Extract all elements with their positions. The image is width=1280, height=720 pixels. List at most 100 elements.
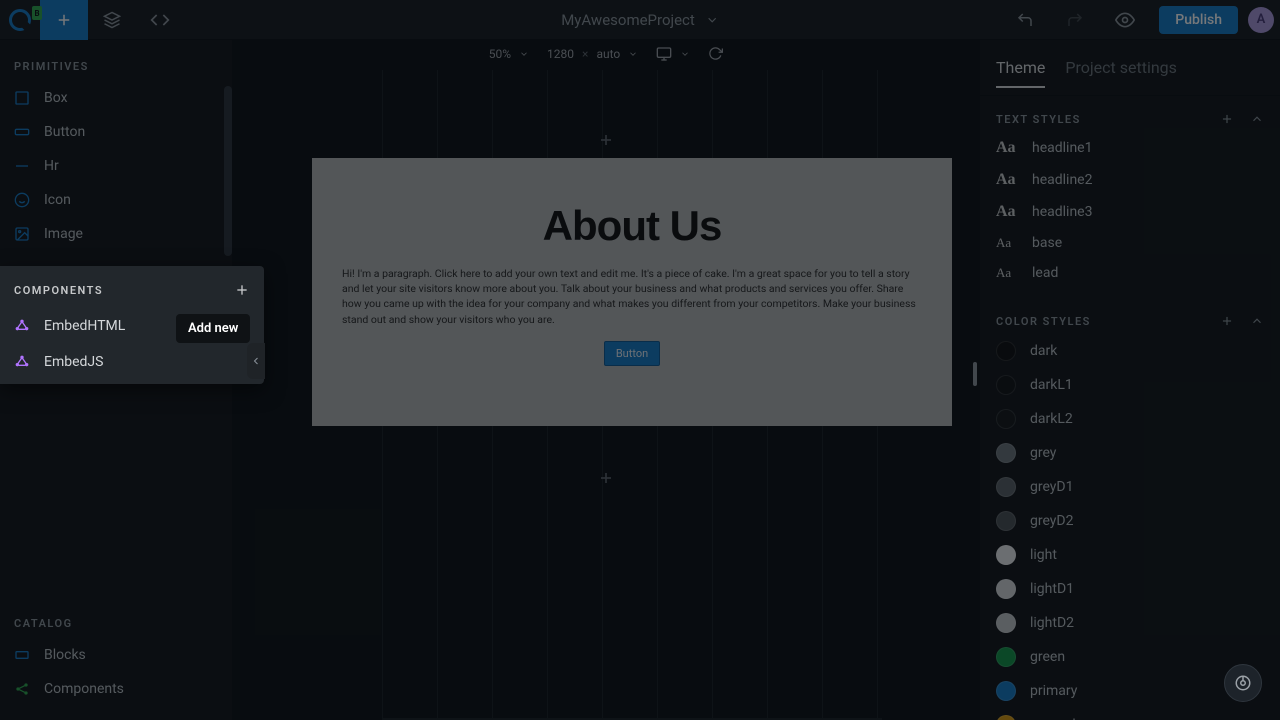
selection-handle[interactable]	[973, 362, 977, 386]
color-style-darkL1[interactable]: darkL1	[980, 368, 1280, 402]
color-label: darkL2	[1030, 411, 1073, 427]
catalog-label: Blocks	[44, 647, 86, 663]
publish-button[interactable]: Publish	[1159, 6, 1238, 34]
text-style-lead[interactable]: Aalead	[980, 258, 1280, 288]
color-style-greyD2[interactable]: greyD2	[980, 504, 1280, 538]
undo-button[interactable]	[1001, 0, 1049, 40]
color-style-lightD2[interactable]: lightD2	[980, 606, 1280, 640]
add-element-button[interactable]	[40, 0, 88, 40]
chevron-down-icon	[705, 13, 719, 27]
canvas-inner[interactable]: About Us Hi! I'm a paragraph. Click here…	[232, 70, 980, 720]
aa-icon: Aa	[996, 139, 1018, 157]
primitive-label: Image	[44, 226, 83, 242]
color-style-dark[interactable]: dark	[980, 334, 1280, 368]
help-button[interactable]	[1224, 664, 1262, 702]
style-label: headline1	[1032, 140, 1092, 156]
components-title: COMPONENTS	[14, 284, 103, 297]
redo-button[interactable]	[1051, 0, 1099, 40]
text-style-base[interactable]: Aabase	[980, 228, 1280, 258]
catalog-components[interactable]: Components	[0, 672, 232, 706]
primitive-button[interactable]: Button	[0, 115, 232, 149]
dimensions-control[interactable]: 1280 × auto	[547, 47, 638, 61]
color-swatch	[996, 511, 1016, 531]
primitive-label: Button	[44, 124, 85, 140]
collapse-popover-button[interactable]	[247, 343, 265, 379]
color-swatch	[996, 409, 1016, 429]
color-swatch	[996, 375, 1016, 395]
color-style-darkL2[interactable]: darkL2	[980, 402, 1280, 436]
color-style-lightD1[interactable]: lightD1	[980, 572, 1280, 606]
zoom-control[interactable]: 50%	[489, 47, 529, 61]
refresh-button[interactable]	[708, 46, 723, 61]
collapse-text-styles[interactable]	[1250, 112, 1264, 126]
color-swatch	[996, 715, 1016, 720]
code-button[interactable]	[136, 0, 184, 40]
primitive-icon[interactable]: Icon	[0, 183, 232, 217]
add-section-bottom[interactable]	[596, 468, 616, 488]
user-avatar[interactable]: A	[1248, 7, 1274, 33]
primitive-hr[interactable]: Hr	[0, 149, 232, 183]
aa-icon: Aa	[996, 265, 1018, 281]
page-heading[interactable]: About Us	[342, 202, 922, 250]
component-embedjs[interactable]: EmbedJS	[0, 344, 264, 380]
right-panel: Theme Project settings TEXT STYLES Aahea…	[980, 40, 1280, 720]
aa-icon: Aa	[996, 171, 1018, 189]
catalog-blocks[interactable]: Blocks	[0, 638, 232, 672]
color-style-greyD1[interactable]: greyD1	[980, 470, 1280, 504]
add-section-top[interactable]	[596, 130, 616, 150]
color-swatch	[996, 681, 1016, 701]
color-label: grey	[1030, 445, 1056, 461]
layers-button[interactable]	[88, 0, 136, 40]
height-value: auto	[596, 47, 620, 61]
add-text-style[interactable]	[1220, 112, 1234, 126]
tab-project-settings[interactable]: Project settings	[1065, 58, 1177, 87]
add-component-button[interactable]	[234, 282, 250, 298]
color-swatch	[996, 647, 1016, 667]
preview-button[interactable]	[1101, 0, 1149, 40]
primitives-title: PRIMITIVES	[0, 40, 232, 81]
left-scrollbar[interactable]	[224, 86, 232, 276]
collapse-color-styles[interactable]	[1250, 314, 1264, 328]
primitive-label: Box	[44, 90, 68, 106]
color-label: green	[1030, 649, 1065, 665]
app-logo[interactable]: B	[0, 0, 40, 40]
add-color-style[interactable]	[1220, 314, 1234, 328]
smile-icon	[14, 192, 30, 208]
components-icon	[14, 681, 30, 697]
image-icon	[14, 226, 30, 242]
primitives-list: Box Button Hr Icon Image	[0, 81, 232, 251]
color-style-secondary[interactable]: secondary	[980, 708, 1280, 720]
component-label: EmbedHTML	[44, 318, 125, 334]
text-style-headline2[interactable]: Aa headline2	[980, 164, 1280, 196]
catalog-label: Components	[44, 681, 124, 697]
color-swatch	[996, 477, 1016, 497]
primitive-image[interactable]: Image	[0, 217, 232, 251]
color-label: greyD2	[1030, 513, 1074, 529]
style-label: headline2	[1032, 172, 1092, 188]
color-styles-head: COLOR STYLES	[980, 298, 1280, 334]
right-panel-tabs: Theme Project settings	[980, 40, 1280, 96]
button-icon	[14, 124, 30, 140]
text-style-headline3[interactable]: Aaheadline3	[980, 196, 1280, 228]
page-section[interactable]: About Us Hi! I'm a paragraph. Click here…	[312, 158, 952, 426]
times-symbol: ×	[582, 47, 588, 61]
device-control[interactable]	[656, 46, 690, 62]
monitor-icon	[656, 46, 672, 62]
primitive-box[interactable]: Box	[0, 81, 232, 115]
page-paragraph[interactable]: Hi! I'm a paragraph. Click here to add y…	[342, 266, 922, 327]
primitive-label: Hr	[44, 158, 59, 174]
text-style-headline1[interactable]: Aa headline1	[980, 132, 1280, 164]
project-name[interactable]: MyAwesomeProject	[561, 11, 719, 29]
color-style-grey[interactable]: grey	[980, 436, 1280, 470]
width-value: 1280	[547, 47, 574, 61]
help-icon	[1234, 674, 1252, 692]
color-style-light[interactable]: light	[980, 538, 1280, 572]
top-bar: B MyAwesomeProject Publish A	[0, 0, 1280, 40]
text-styles-title: TEXT STYLES	[996, 113, 1081, 126]
primitive-label: Icon	[44, 192, 71, 208]
color-styles-title: COLOR STYLES	[996, 315, 1091, 328]
color-label: lightD2	[1030, 615, 1074, 631]
tab-theme[interactable]: Theme	[996, 58, 1045, 87]
page-button[interactable]: Button	[604, 341, 660, 366]
text-styles-list: Aa headline1 Aa headline2 Aaheadline3 Aaba…	[980, 132, 1280, 288]
